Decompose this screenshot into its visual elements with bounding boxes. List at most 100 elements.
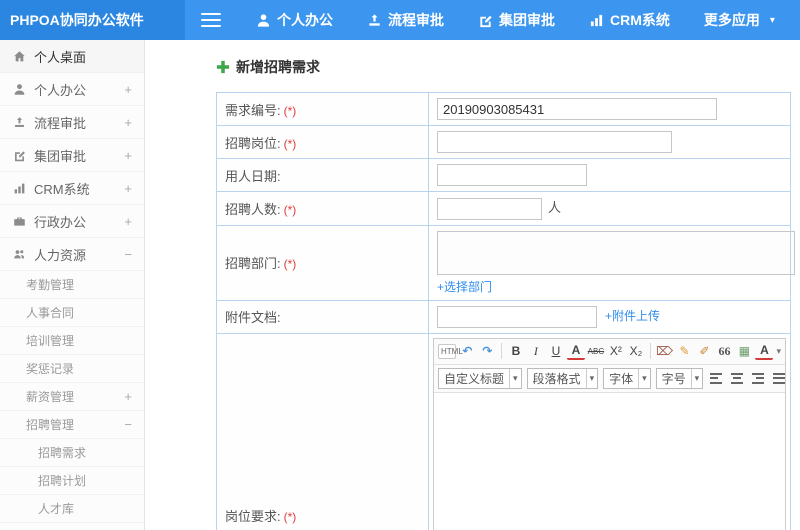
edit-icon xyxy=(12,149,26,162)
sidebar-item-label: 人才库 xyxy=(38,502,75,516)
sidebar-item-recruitment-mgmt[interactable]: 招聘管理 − xyxy=(0,411,144,439)
field-label-cell: 招聘部门: (*) xyxy=(216,224,429,301)
sidebar-item-label: 招聘需求 xyxy=(38,446,87,460)
form-row-department: 招聘部门: (*) +选择部门 xyxy=(216,224,795,301)
strikethrough-button[interactable]: ABC xyxy=(587,342,605,361)
nav-group-approval[interactable]: 集团审批 xyxy=(461,0,572,40)
align-left-button[interactable] xyxy=(708,369,724,388)
form-row-headcount: 招聘人数: (*) 人 xyxy=(216,191,791,226)
font-family-select[interactable]: 字体 ▾ xyxy=(603,367,651,389)
expand-icon: + xyxy=(124,114,132,130)
table-grid-button[interactable]: ▦ xyxy=(735,342,753,361)
sidebar-item-process-approval[interactable]: 流程审批 + xyxy=(0,106,144,139)
select-department-link[interactable]: +选择部门 xyxy=(437,278,782,295)
sidebar-item-reward-records[interactable]: 奖惩记录 xyxy=(0,355,144,383)
nav-process-approval[interactable]: 流程审批 xyxy=(350,0,461,40)
briefcase-icon xyxy=(12,215,26,228)
field-label: 用人日期: xyxy=(225,168,281,184)
undo-button[interactable]: ↶ xyxy=(458,342,476,361)
chevron-down-icon: ▾ xyxy=(690,368,703,388)
sidebar-item-training-mgmt[interactable]: 培训管理 xyxy=(0,327,144,355)
italic-button[interactable]: I xyxy=(527,342,545,361)
collapse-icon: − xyxy=(124,417,132,432)
superscript-button[interactable]: X² xyxy=(607,342,625,361)
hire-date-input[interactable] xyxy=(437,164,587,186)
nav-crm-system[interactable]: CRM系统 xyxy=(572,0,687,40)
font-color-button[interactable]: A xyxy=(566,343,585,360)
nav-personal-office[interactable]: 个人办公 xyxy=(239,0,350,40)
sidebar: 个人桌面 个人办公 + 流程审批 + 集团审批 + CRM系统 + 行政办公 +… xyxy=(0,40,145,530)
subscript-button[interactable]: X₂ xyxy=(627,342,645,361)
nav-more-apps[interactable]: 更多应用 ▾ xyxy=(687,0,792,40)
paragraph-format-select[interactable]: 段落格式 ▾ xyxy=(526,367,599,389)
sidebar-item-recruitment-plan[interactable]: 招聘计划 xyxy=(0,467,144,495)
required-mark: (*) xyxy=(283,202,297,217)
top-nav: 个人办公 流程审批 集团审批 CRM系统 更多应用 ▾ xyxy=(239,0,792,40)
sidebar-item-personnel-contract[interactable]: 人事合同 xyxy=(0,299,144,327)
department-textarea[interactable] xyxy=(437,230,795,275)
font-size-select[interactable]: 字号 ▾ xyxy=(655,367,704,389)
sidebar-item-label: CRM系统 xyxy=(34,181,90,197)
align-right-button[interactable] xyxy=(750,369,766,388)
eraser-button[interactable]: ⌦ xyxy=(655,342,673,361)
sidebar-item-personal-desktop[interactable]: 个人桌面 xyxy=(0,40,144,73)
chevron-down-icon: ▾ xyxy=(776,345,781,356)
expand-icon: + xyxy=(124,389,132,404)
editor-toolbar-row1: HTML ↶ ↷ B I U A ABC X² X₂ ⌦ ✎ ✐ 66 ▦ A … xyxy=(434,338,785,365)
page-title-row: 新增招聘需求 xyxy=(216,57,800,77)
nav-label: 更多应用 xyxy=(703,12,760,28)
field-label-cell: 招聘岗位: (*) xyxy=(216,125,429,159)
sidebar-item-label: 人事合同 xyxy=(26,306,75,320)
sidebar-item-attendance-mgmt[interactable]: 考勤管理 xyxy=(0,271,144,299)
sidebar-item-crm-system[interactable]: CRM系统 + xyxy=(0,172,144,205)
demand-no-input[interactable] xyxy=(437,98,717,120)
sidebar-item-admin-office[interactable]: 行政办公 + xyxy=(0,205,144,238)
bar-chart-icon xyxy=(12,182,26,195)
sidebar-item-human-resources[interactable]: 人力资源 − xyxy=(0,238,144,271)
form-row-requirements: 岗位要求: (*) HTML ↶ ↷ B I U A ABC X² X₂ ⌦ ✎… xyxy=(216,332,791,530)
required-mark: (*) xyxy=(283,103,297,118)
blockquote-button[interactable]: 66 xyxy=(715,342,733,361)
upload-icon xyxy=(12,116,26,129)
sidebar-item-salary-mgmt[interactable]: 薪资管理 + xyxy=(0,383,144,411)
expand-icon: + xyxy=(124,147,132,163)
page-title: 新增招聘需求 xyxy=(236,59,320,75)
align-justify-button[interactable] xyxy=(771,369,787,388)
underline-button[interactable]: U xyxy=(547,342,565,361)
edit-icon xyxy=(480,15,492,27)
format-brush-button[interactable]: ✎ xyxy=(675,342,693,361)
color-picker-button[interactable]: A xyxy=(755,343,774,360)
select-value: 字号 xyxy=(661,371,686,386)
attachment-upload-link[interactable]: +附件上传 xyxy=(605,309,660,323)
attachment-input[interactable] xyxy=(437,305,597,328)
required-mark: (*) xyxy=(283,136,297,151)
select-value: 自定义标题 xyxy=(444,371,505,386)
highlight-pen-button[interactable]: ✐ xyxy=(695,342,713,361)
sidebar-item-group-approval[interactable]: 集团审批 + xyxy=(0,139,144,172)
required-mark: (*) xyxy=(283,510,297,525)
form-row-hire-date: 用人日期: xyxy=(216,158,791,192)
toolbar-separator xyxy=(649,343,651,360)
custom-title-select[interactable]: 自定义标题 ▾ xyxy=(438,367,522,389)
field-label-cell: 岗位要求: (*) xyxy=(216,332,429,530)
nav-label: CRM系统 xyxy=(610,12,670,28)
field-label: 需求编号: xyxy=(225,102,281,118)
html-source-button[interactable]: HTML xyxy=(438,343,463,359)
field-label: 岗位要求: xyxy=(225,509,281,525)
sidebar-item-personal-office[interactable]: 个人办公 + xyxy=(0,73,144,106)
upload-icon xyxy=(369,13,380,26)
chevron-down-icon: ▾ xyxy=(638,368,650,388)
position-input[interactable] xyxy=(437,131,672,153)
menu-toggle-icon[interactable] xyxy=(201,9,221,31)
headcount-input[interactable] xyxy=(437,197,542,220)
redo-button[interactable]: ↷ xyxy=(478,342,496,361)
align-center-button[interactable] xyxy=(729,369,745,388)
bar-chart-icon xyxy=(590,14,603,26)
sidebar-item-talent-pool[interactable]: 人才库 xyxy=(0,495,144,523)
editor-content[interactable] xyxy=(434,392,785,530)
bold-button[interactable]: B xyxy=(507,342,525,361)
form-row-position: 招聘岗位: (*) xyxy=(216,125,791,159)
sidebar-item-recruitment-demand[interactable]: 招聘需求 xyxy=(0,439,144,467)
chevron-down-icon: ▾ xyxy=(509,368,521,388)
add-icon xyxy=(216,60,230,74)
